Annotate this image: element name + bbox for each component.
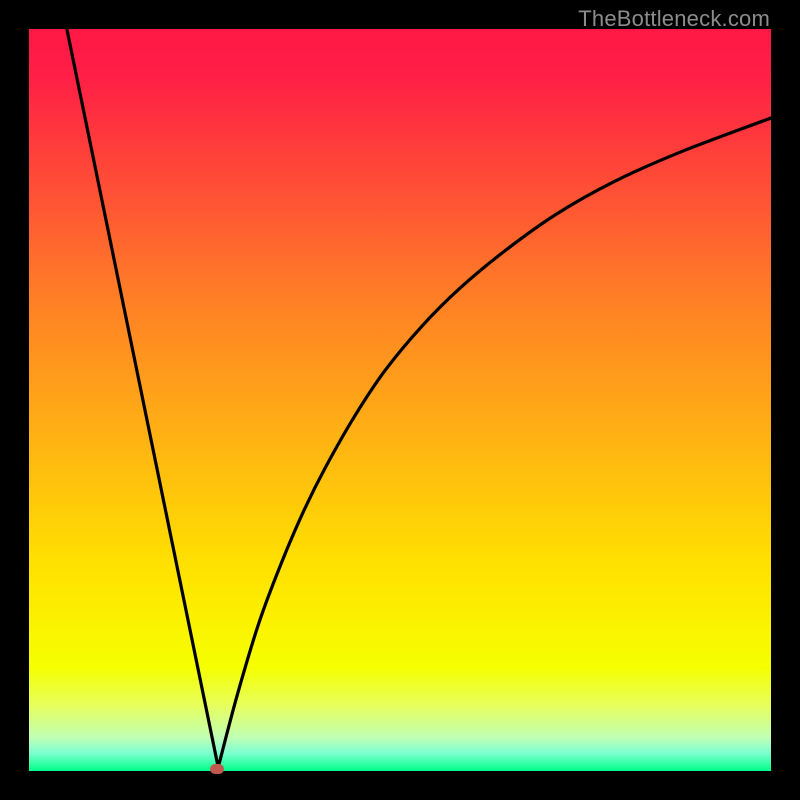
left-line [67, 29, 218, 767]
right-curve [218, 118, 771, 767]
chart-frame: TheBottleneck.com [0, 0, 800, 800]
min-marker [210, 764, 224, 774]
plot-area [29, 29, 771, 771]
curve-layer [29, 29, 771, 771]
